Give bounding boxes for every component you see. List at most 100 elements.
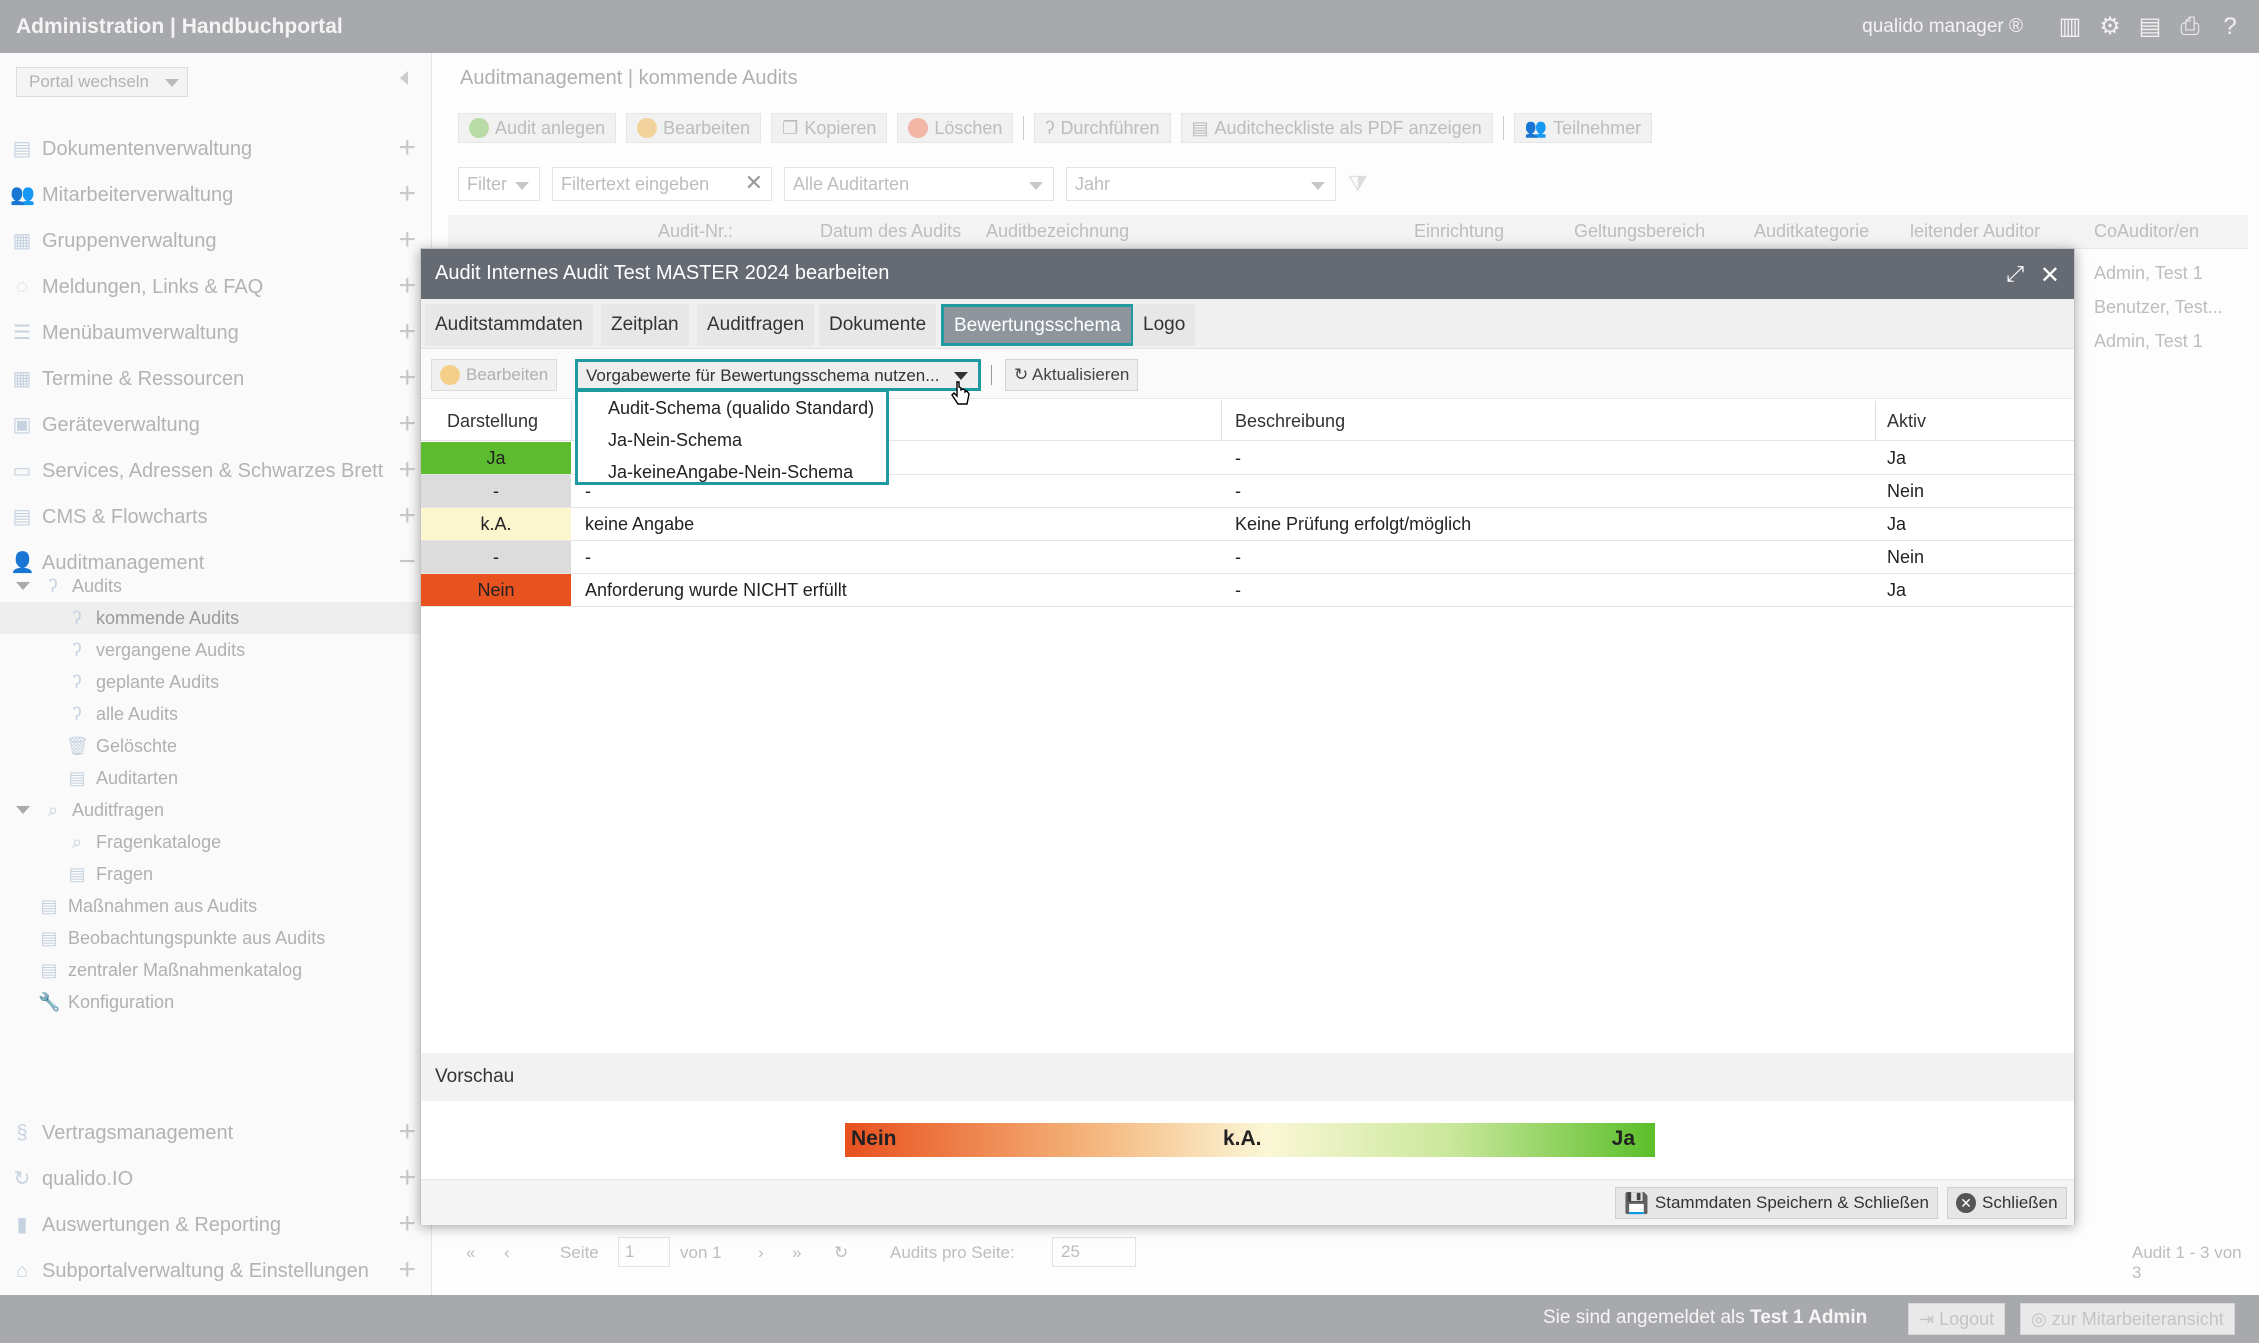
refresh-icon[interactable]: ↻	[834, 1243, 848, 1263]
dropdown-option[interactable]: Audit-Schema (qualido Standard)	[608, 398, 874, 419]
column-header[interactable]: Audit-Nr.:	[658, 221, 733, 242]
sidebar-item-meldungen[interactable]: ◌ Meldungen, Links & FAQ +	[10, 271, 422, 303]
expand-icon[interactable]: +	[398, 409, 416, 439]
user-label[interactable]: qualido manager ®	[1862, 16, 2023, 38]
column-header[interactable]: CoAuditor/en	[2094, 221, 2199, 242]
tree-item-fragen[interactable]: ▤ Fragen	[66, 860, 153, 888]
tab-auditfragen[interactable]: Auditfragen	[697, 304, 815, 346]
expand-icon[interactable]: +	[398, 455, 416, 485]
tab-zeitplan[interactable]: Zeitplan	[601, 304, 689, 346]
copy-button[interactable]: ❐ Kopieren	[771, 113, 888, 143]
tree-item-konfiguration[interactable]: 🔧 Konfiguration	[38, 988, 174, 1016]
expand-icon[interactable]: +	[398, 225, 416, 255]
tree-item-audits[interactable]: ʔ Audits	[16, 572, 122, 600]
participants-button[interactable]: 👥 Teilnehmer	[1513, 113, 1653, 143]
expand-icon[interactable]: +	[398, 1163, 416, 1193]
execute-button[interactable]: ʔ Durchführen	[1034, 113, 1171, 143]
filter-icon[interactable]: ⧩	[1348, 171, 1368, 197]
expand-icon[interactable]: +	[398, 501, 416, 531]
expand-icon[interactable]: +	[398, 1255, 416, 1285]
fax-icon[interactable]: ▤	[2137, 13, 2163, 40]
column-header[interactable]: Beschreibung	[1235, 411, 1345, 432]
chevron-down-icon[interactable]	[16, 582, 30, 590]
settings-icon[interactable]: ⚙	[2097, 13, 2123, 40]
tab-logo[interactable]: Logo	[1133, 304, 1196, 346]
sidebar-item-dokumente[interactable]: ▤ Dokumentenverwaltung +	[10, 133, 422, 165]
column-header[interactable]: Aktiv	[1887, 411, 1926, 432]
expand-icon[interactable]: +	[398, 317, 416, 347]
collapse-icon[interactable]: −	[398, 547, 416, 577]
filter-text-input[interactable]: Filtertext eingeben ✕	[552, 167, 772, 201]
expand-icon[interactable]: +	[398, 179, 416, 209]
barcode-icon[interactable]: ▥	[2057, 13, 2083, 40]
dropdown-option[interactable]: Ja-keineAngabe-Nein-Schema	[608, 462, 853, 483]
sidebar-item-geraete[interactable]: ▣ Geräteverwaltung +	[10, 409, 422, 441]
print-icon[interactable]: ⎙	[2177, 13, 2203, 40]
next-page-icon[interactable]: ›	[758, 1243, 764, 1263]
tree-item-zentral[interactable]: ▤ zentraler Maßnahmenkatalog	[38, 956, 302, 984]
tree-item-geloeschte[interactable]: 🗑 Gelöschte	[66, 732, 177, 760]
tree-item-auditarten[interactable]: ▤ Auditarten	[66, 764, 178, 792]
column-header[interactable]: Darstellung	[447, 411, 538, 432]
tree-item-kommende[interactable]: ʔ kommende Audits	[66, 604, 240, 632]
expand-icon[interactable]: +	[398, 1209, 416, 1239]
add-audit-button[interactable]: Audit anlegen	[458, 113, 617, 143]
expand-icon[interactable]: +	[398, 363, 416, 393]
filter-dropdown[interactable]: Filter	[458, 167, 540, 201]
sidebar-item-termine[interactable]: ▦ Termine & Ressourcen +	[10, 363, 422, 395]
sidebar-item-subportal[interactable]: ⌂ Subportalverwaltung & Einstellungen +	[10, 1255, 422, 1287]
prev-page-icon[interactable]: ‹	[504, 1243, 510, 1263]
expand-icon[interactable]: +	[398, 1117, 416, 1147]
edit-button[interactable]: Bearbeiten	[431, 359, 558, 391]
sidebar-item-services[interactable]: ▭ Services, Adressen & Schwarzes Brett +	[10, 455, 422, 487]
clear-icon[interactable]: ✕	[745, 170, 763, 196]
tree-item-vergangene[interactable]: ʔ vergangene Audits	[66, 636, 246, 664]
column-header[interactable]: Einrichtung	[1414, 221, 1504, 242]
sidebar-item-vertrag[interactable]: § Vertragsmanagement +	[10, 1117, 422, 1149]
help-icon[interactable]: ?	[2217, 13, 2243, 40]
expand-icon[interactable]: +	[398, 271, 416, 301]
save-close-button[interactable]: 💾 Stammdaten Speichern & Schließen	[1615, 1187, 1938, 1219]
collapse-sidebar-icon[interactable]	[400, 71, 408, 85]
sidebar-item-auswertungen[interactable]: ▮ Auswertungen & Reporting +	[10, 1209, 422, 1241]
tree-item-massnahmen[interactable]: ▤ Maßnahmen aus Audits	[38, 892, 257, 920]
sidebar-item-gruppen[interactable]: ▦ Gruppenverwaltung +	[10, 225, 422, 257]
last-page-icon[interactable]: »	[792, 1243, 801, 1263]
column-header[interactable]: Geltungsbereich	[1574, 221, 1705, 242]
logout-button[interactable]: ⇥ Logout	[1908, 1303, 2006, 1335]
tab-dokumente[interactable]: Dokumente	[819, 304, 937, 346]
expand-icon[interactable]: +	[398, 133, 416, 163]
pdf-button[interactable]: ▤ Auditcheckliste als PDF anzeigen	[1180, 113, 1493, 143]
tree-item-alle[interactable]: ʔ alle Audits	[66, 700, 179, 728]
maximize-icon[interactable]: ⤢	[2006, 261, 2024, 287]
sidebar-item-menuebaum[interactable]: ☰ Menübaumverwaltung +	[10, 317, 422, 349]
tree-item-beobachtung[interactable]: ▤ Beobachtungspunkte aus Audits	[38, 924, 325, 952]
dropdown-option[interactable]: Ja-Nein-Schema	[608, 430, 742, 451]
column-header[interactable]: leitender Auditor	[1910, 221, 2040, 242]
edit-button[interactable]: Bearbeiten	[626, 113, 762, 143]
tree-item-geplante[interactable]: ʔ geplante Audits	[66, 668, 220, 696]
schema-row[interactable]: - - - Nein	[421, 541, 2074, 574]
column-header[interactable]: Auditbezeichnung	[986, 221, 1129, 242]
schema-preset-select[interactable]: Vorgabewerte für Bewertungsschema nutzen…	[575, 359, 981, 391]
close-button[interactable]: ✕ Schließen	[1947, 1187, 2067, 1219]
first-page-icon[interactable]: «	[466, 1243, 475, 1263]
jahr-select[interactable]: Jahr	[1066, 167, 1336, 201]
column-header[interactable]: Auditkategorie	[1754, 221, 1869, 242]
sidebar-item-cms[interactable]: ▤ CMS & Flowcharts +	[10, 501, 422, 533]
schema-row[interactable]: k.A. keine Angabe Keine Prüfung erfolgt/…	[421, 508, 2074, 541]
page-input[interactable]: 1	[618, 1237, 670, 1267]
chevron-down-icon[interactable]	[16, 806, 30, 814]
per-page-select[interactable]: 25	[1052, 1237, 1136, 1267]
column-header[interactable]: Datum des Audits	[820, 221, 961, 242]
tree-item-auditfragen[interactable]: ⌕ Auditfragen	[16, 796, 164, 824]
sidebar-item-mitarbeiter[interactable]: 👥 Mitarbeiterverwaltung +	[10, 179, 422, 211]
sidebar-item-qualido-io[interactable]: ↻ qualido.IO +	[10, 1163, 422, 1195]
tree-item-fragenkataloge[interactable]: ⌕ Fragenkataloge	[66, 828, 221, 856]
delete-button[interactable]: Löschen	[897, 113, 1014, 143]
portal-select[interactable]: Portal wechseln	[16, 67, 188, 97]
auditarten-select[interactable]: Alle Auditarten	[784, 167, 1054, 201]
tab-bewertungsschema[interactable]: Bewertungsschema	[941, 304, 1134, 346]
schema-row[interactable]: Nein Anforderung wurde NICHT erfüllt - J…	[421, 574, 2074, 607]
close-icon[interactable]: ✕	[2040, 261, 2060, 290]
